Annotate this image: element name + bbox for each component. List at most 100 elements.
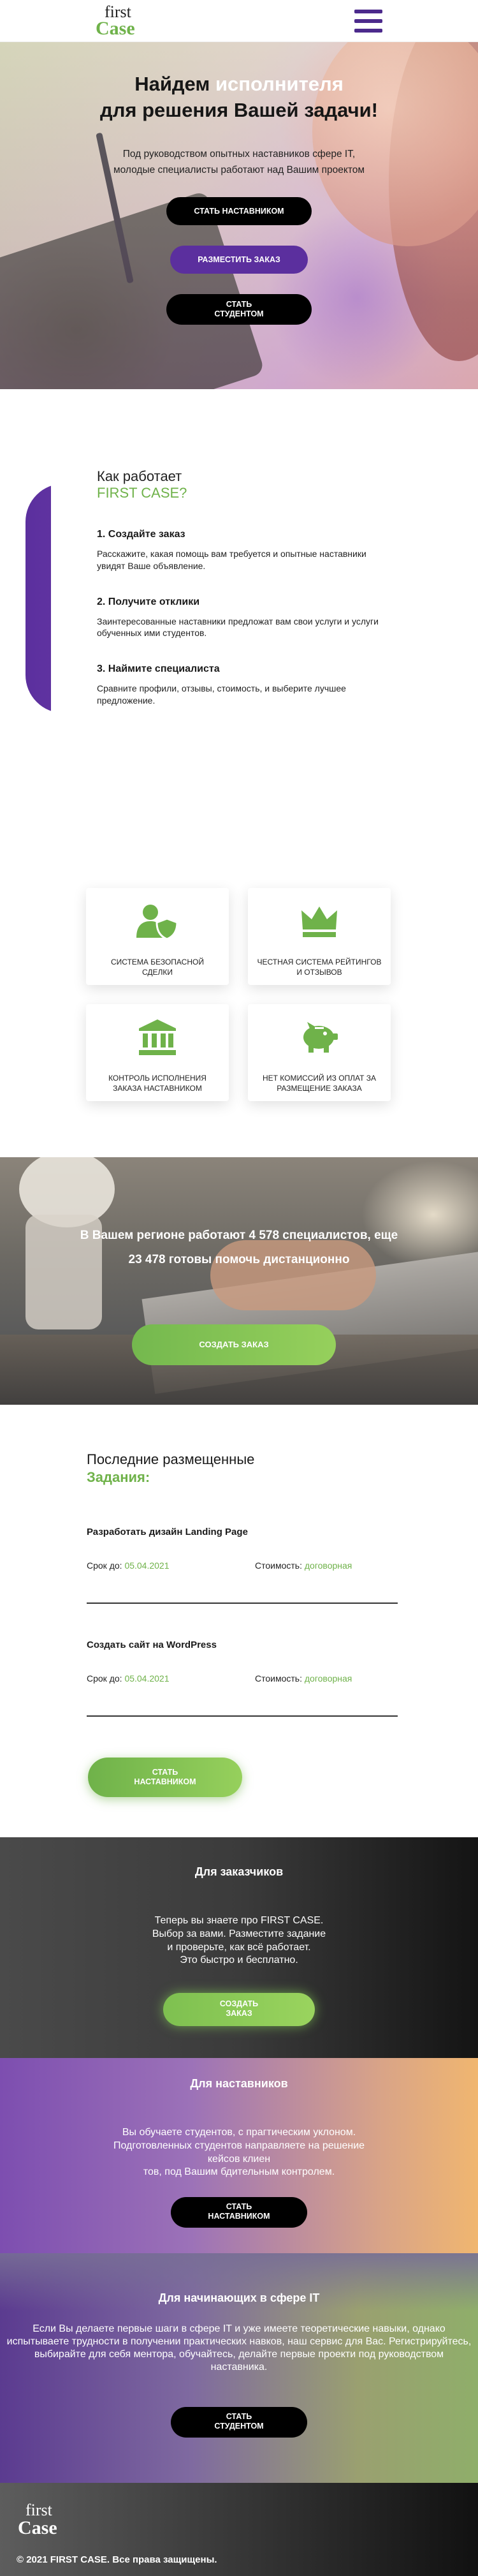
hero-title-highlight: исполнителя <box>215 73 344 95</box>
site-logo[interactable]: first Case <box>96 3 135 39</box>
tasks-title-green: Задания: <box>87 1469 150 1485</box>
mentors-line: Вы обучаете студентов, с прагтическим ук… <box>122 2127 356 2138</box>
hero-subtitle: Под руководством опытных наставников сфе… <box>113 148 365 175</box>
features-grid: СИСТЕМА БЕЗОПАСНОЙ СДЕЛКИ ЧЕСТНАЯ СИСТЕМ… <box>86 888 391 1101</box>
hero-content: Найдем исполнителя для решения Вашей зад… <box>0 42 478 325</box>
features-section: СИСТЕМА БЕЗОПАСНОЙ СДЕЛКИ ЧЕСТНАЯ СИСТЕМ… <box>0 848 478 1157</box>
site-header: first Case <box>0 0 478 42</box>
feature-card: ЧЕСТНАЯ СИСТЕМА РЕЙТИНГОВ И ОТЗЫВОВ <box>248 888 391 985</box>
task-deadline: Срок до: 05.04.2021 <box>87 1560 255 1571</box>
user-shield-icon <box>86 902 229 940</box>
task-title: Разработать дизайн Landing Page <box>87 1527 248 1537</box>
button-label-line1: СТАТЬ <box>226 300 252 309</box>
place-order-button[interactable]: РАЗМЕСТИТЬ ЗАКАЗ <box>170 246 308 274</box>
customers-line: Это быстро и бесплатно. <box>180 1955 298 1966</box>
feature-card: КОНТРОЛЬ ИСПОЛНЕНИЯ ЗАКАЗА НАСТАВНИКОМ <box>86 1004 229 1101</box>
feature-label: ЧЕСТНАЯ СИСТЕМА РЕЙТИНГОВ И ОТЗЫВОВ <box>257 958 382 977</box>
tasks-title: Последние размещенные Задания: <box>87 1451 478 1486</box>
how-card: Как работает FIRST CASE? 1. Создайте зак… <box>51 434 478 777</box>
deadline-label: Срок до: <box>87 1560 125 1571</box>
task-deadline: Срок до: 05.04.2021 <box>87 1673 255 1684</box>
create-order-button[interactable]: СОЗДАТЬ ЗАКАЗ <box>132 1324 336 1365</box>
stats-line2: 23 478 готовы помочь дистанционно <box>128 1253 350 1266</box>
task-item[interactable]: Разработать дизайн Landing Page Срок до:… <box>87 1527 398 1604</box>
bank-icon <box>86 1018 229 1056</box>
cost-label: Стоимость: <box>255 1560 305 1571</box>
mentors-line: Подготовленных студентов направляете на … <box>113 2140 365 2151</box>
for-beginners-section: Для начинающих в сфере IT Если Вы делает… <box>0 2253 478 2483</box>
stats-text: В Вашем регионе работают 4 578 специалис… <box>0 1224 478 1272</box>
feature-card: СИСТЕМА БЕЗОПАСНОЙ СДЕЛКИ <box>86 888 229 985</box>
task-cost: Стоимость: договорная <box>255 1560 352 1571</box>
become-student-button[interactable]: СТАТЬ СТУДЕНТОМ <box>166 294 312 325</box>
deadline-value: 05.04.2021 <box>124 1673 170 1684</box>
task-title: Создать сайт на WordPress <box>87 1640 217 1650</box>
button-label-line2: СТУДЕНТОМ <box>214 2422 264 2431</box>
step-title: 2. Получите отклики <box>97 596 200 607</box>
feature-label: КОНТРОЛЬ ИСПОЛНЕНИЯ ЗАКАЗА НАСТАВНИКОМ <box>108 1074 206 1093</box>
customers-text: Теперь вы знаете про FIRST CASE. Выбор з… <box>0 1914 478 1967</box>
footer-logo[interactable]: first Case <box>18 2502 57 2538</box>
become-mentor-button[interactable]: СТАТЬ НАСТАВНИКОМ <box>88 1758 242 1797</box>
burger-line <box>354 28 382 33</box>
logo-case: Case <box>18 2517 57 2538</box>
hero-title-part2: для решения Вашей задачи! <box>100 98 378 121</box>
step-title: 3. Наймите специалиста <box>97 663 220 675</box>
how-title-text: Как работает <box>97 468 182 484</box>
beginners-title: Для начинающих в сфере IT <box>158 2291 320 2304</box>
button-label-line2: СТУДЕНТОМ <box>214 309 264 318</box>
stats-section: В Вашем регионе работают 4 578 специалис… <box>0 1157 478 1405</box>
hero-title: Найдем исполнителя для решения Вашей зад… <box>0 71 478 124</box>
button-label-line1: СТАТЬ <box>152 1768 178 1777</box>
become-mentor-button[interactable]: СТАТЬ НАСТАВНИКОМ <box>171 2197 307 2228</box>
logo-case: Case <box>96 17 135 39</box>
tasks-title-text: Последние размещенные <box>87 1451 255 1467</box>
cost-value: договорная <box>304 1560 352 1571</box>
become-student-button[interactable]: СТАТЬ СТУДЕНТОМ <box>171 2407 307 2438</box>
burger-line <box>354 9 382 13</box>
customers-line: и проверьте, как всё работает. <box>167 1941 311 1953</box>
button-label-line2: НАСТАВНИКОМ <box>208 2212 270 2221</box>
how-step: 1. Создайте заказ Расскажите, какая помо… <box>97 529 433 572</box>
button-label-line1: СОЗДАТЬ <box>219 1999 259 2009</box>
how-it-works-section: Как работает FIRST CASE? 1. Создайте зак… <box>0 389 478 848</box>
hero-title-part1: Найдем <box>134 73 215 95</box>
mentors-title: Для наставников <box>190 2077 288 2090</box>
button-label-line1: СТАТЬ <box>226 2202 252 2212</box>
mentors-text: Вы обучаете студентов, с прагтическим ук… <box>0 2126 478 2179</box>
customers-line: Выбор за вами. Разместите задание <box>152 1928 326 1939</box>
task-item[interactable]: Создать сайт на WordPress Срок до: 05.04… <box>87 1640 398 1717</box>
deadline-label: Срок до: <box>87 1673 125 1684</box>
how-title: Как работает FIRST CASE? <box>97 468 433 502</box>
become-mentor-button[interactable]: СТАТЬ НАСТАВНИКОМ <box>166 197 312 226</box>
customers-title: Для заказчиков <box>194 1865 284 1878</box>
customers-line: Теперь вы знаете про FIRST CASE. <box>154 1915 324 1926</box>
mentors-line: тов, под Вашим бдительным контролем. <box>143 2166 335 2178</box>
step-title: 1. Создайте заказ <box>97 528 185 540</box>
button-label-line2: НАСТАВНИКОМ <box>134 1777 196 1786</box>
how-step: 2. Получите отклики Заинтересованные нас… <box>97 596 433 640</box>
beginners-text: Если Вы делаете первые шаги в сфере IT и… <box>6 2323 472 2372</box>
copyright-text: © 2021 FIRST CASE. Все права защищены. <box>17 2554 217 2565</box>
burger-line <box>354 19 382 23</box>
task-cost: Стоимость: договорная <box>255 1673 352 1684</box>
feature-label: НЕТ КОМИССИЙ ИЗ ОПЛАТ ЗА РАЗМЕЩЕНИЕ ЗАКА… <box>262 1074 377 1093</box>
cost-value: договорная <box>304 1673 352 1684</box>
how-step: 3. Наймите специалиста Сравните профили,… <box>97 663 433 707</box>
button-label-line2: ЗАКАЗ <box>226 2009 252 2018</box>
create-order-button[interactable]: СОЗДАТЬ ЗАКАЗ <box>163 1993 315 2027</box>
step-text: Расскажите, какая помощь вам требуется и… <box>97 548 366 571</box>
feature-label: СИСТЕМА БЕЗОПАСНОЙ СДЕЛКИ <box>111 958 204 977</box>
feature-card: НЕТ КОМИССИЙ ИЗ ОПЛАТ ЗА РАЗМЕЩЕНИЕ ЗАКА… <box>248 1004 391 1101</box>
step-text: Заинтересованные наставники предложат ва… <box>97 616 379 639</box>
for-customers-section: Для заказчиков Теперь вы знаете про FIRS… <box>0 1837 478 2058</box>
mentors-line: кейсов клиен <box>207 2153 271 2165</box>
cost-label: Стоимость: <box>255 1673 305 1684</box>
hamburger-menu-icon[interactable] <box>354 9 382 33</box>
hero-section: Найдем исполнителя для решения Вашей зад… <box>0 42 478 389</box>
logo-first: first <box>25 2501 52 2519</box>
stats-line1: В Вашем регионе работают 4 578 специалис… <box>80 1229 398 1242</box>
recent-tasks-section: Последние размещенные Задания: Разработа… <box>0 1405 478 1837</box>
how-title-brand: FIRST CASE? <box>97 485 187 501</box>
piggy-bank-icon <box>248 1018 391 1056</box>
